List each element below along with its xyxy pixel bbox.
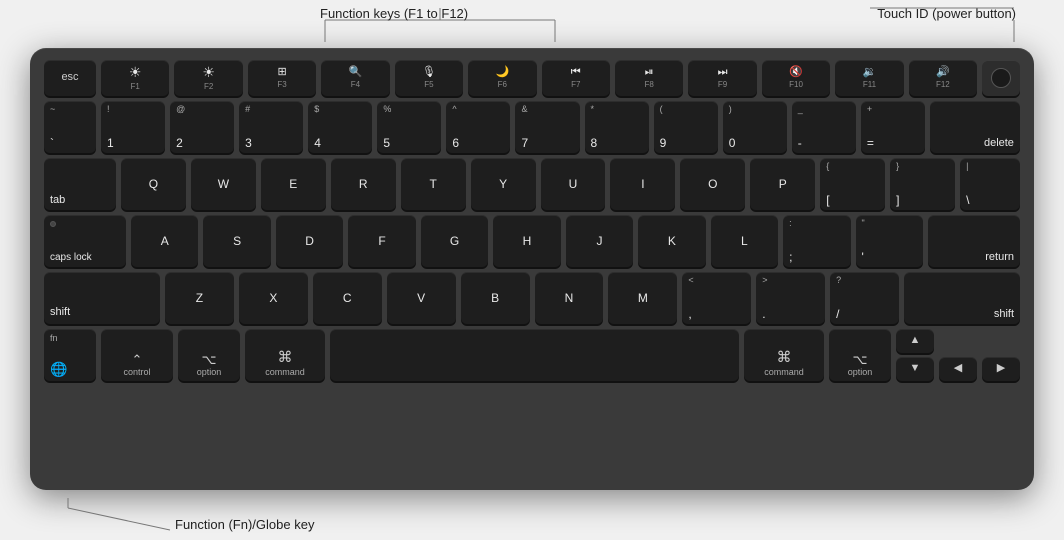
arrow-right-group: ▶ — [982, 329, 1020, 381]
key-a[interactable]: A — [131, 215, 198, 267]
key-2[interactable]: @ 2 — [170, 101, 234, 153]
key-h[interactable]: H — [493, 215, 560, 267]
fn-globe-annotation: Function (Fn)/Globe key — [175, 517, 314, 532]
key-command-right[interactable]: ⌘ command — [744, 329, 824, 381]
key-shift-right[interactable]: shift — [904, 272, 1020, 324]
key-b[interactable]: B — [461, 272, 530, 324]
key-z[interactable]: Z — [165, 272, 234, 324]
key-u[interactable]: U — [541, 158, 606, 210]
key-d[interactable]: D — [276, 215, 343, 267]
key-f7[interactable]: ⏮ F7 — [542, 60, 610, 96]
key-1[interactable]: ! 1 — [101, 101, 165, 153]
key-esc[interactable]: esc — [44, 60, 96, 96]
key-arrow-left[interactable]: ◀ — [939, 357, 977, 381]
key-5[interactable]: % 5 — [377, 101, 441, 153]
key-g[interactable]: G — [421, 215, 488, 267]
bottom-key-row: fn 🌐 ⌃ control ⌥ option ⌘ command ⌘ — [44, 329, 1020, 381]
key-command-left[interactable]: ⌘ command — [245, 329, 325, 381]
keyboard: esc ☀ F1 ☀ F2 ⊞ F3 🔍 F4 — [30, 48, 1034, 490]
key-control[interactable]: ⌃ control — [101, 329, 173, 381]
key-f11[interactable]: 🔉 F11 — [835, 60, 903, 96]
key-period[interactable]: > . — [756, 272, 825, 324]
key-f8[interactable]: ⏯ F8 — [615, 60, 683, 96]
key-pipe[interactable]: | \ — [960, 158, 1020, 210]
key-6[interactable]: ^ 6 — [446, 101, 510, 153]
key-tab[interactable]: tab — [44, 158, 116, 210]
arrow-left-right-group: ◀ — [939, 329, 977, 381]
zxcv-key-row: shift Z X C V B N M < , > . ? / shift — [44, 272, 1020, 324]
key-p[interactable]: P — [750, 158, 815, 210]
key-4[interactable]: $ 4 — [308, 101, 372, 153]
key-f5[interactable]: 🎙 F5 — [395, 60, 463, 96]
key-w[interactable]: W — [191, 158, 256, 210]
key-n[interactable]: N — [535, 272, 604, 324]
key-caps-lock[interactable]: caps lock — [44, 215, 126, 267]
key-j[interactable]: J — [566, 215, 633, 267]
key-f10[interactable]: 🔇 F10 — [762, 60, 830, 96]
key-e[interactable]: E — [261, 158, 326, 210]
touchid-label: Touch ID (power button) — [877, 6, 1016, 21]
key-slash[interactable]: ? / — [830, 272, 899, 324]
key-i[interactable]: I — [610, 158, 675, 210]
key-return[interactable]: return — [928, 215, 1020, 267]
key-c[interactable]: C — [313, 272, 382, 324]
key-f6[interactable]: 🌙 F6 — [468, 60, 536, 96]
key-q[interactable]: Q — [121, 158, 186, 210]
key-f2[interactable]: ☀ F2 — [174, 60, 242, 96]
key-minus[interactable]: _ - — [792, 101, 856, 153]
key-k[interactable]: K — [638, 215, 705, 267]
key-v[interactable]: V — [387, 272, 456, 324]
function-keys-annotation: Function keys (F1 to F12) — [320, 6, 468, 21]
key-f[interactable]: F — [348, 215, 415, 267]
touchid-annotation: Touch ID (power button) — [877, 6, 1016, 21]
key-delete[interactable]: delete — [930, 101, 1020, 153]
key-arrow-down[interactable]: ▼ — [896, 357, 934, 381]
key-x[interactable]: X — [239, 272, 308, 324]
number-key-row: ~ ` ! 1 @ 2 # 3 $ 4 % 5 ^ 6 & 7 — [44, 101, 1020, 153]
key-quote[interactable]: " ' — [856, 215, 923, 267]
key-7[interactable]: & 7 — [515, 101, 579, 153]
key-option-right[interactable]: ⌥ option — [829, 329, 891, 381]
key-s[interactable]: S — [203, 215, 270, 267]
key-y[interactable]: Y — [471, 158, 536, 210]
key-f12[interactable]: 🔊 F12 — [909, 60, 977, 96]
key-o[interactable]: O — [680, 158, 745, 210]
key-fn-globe[interactable]: fn 🌐 — [44, 329, 96, 381]
key-backtick[interactable]: ~ ` — [44, 101, 96, 153]
key-arrow-up[interactable]: ▲ — [896, 329, 934, 353]
key-l[interactable]: L — [711, 215, 778, 267]
key-shift-left[interactable]: shift — [44, 272, 160, 324]
qwerty-key-row: tab Q W E R T Y U I O P { [ } ] | \ — [44, 158, 1020, 210]
key-equals[interactable]: + = — [861, 101, 925, 153]
key-touchid[interactable] — [982, 60, 1020, 96]
key-f9[interactable]: ⏭ F9 — [688, 60, 756, 96]
key-3[interactable]: # 3 — [239, 101, 303, 153]
key-arrow-right[interactable]: ▶ — [982, 357, 1020, 381]
fn-globe-label: Function (Fn)/Globe key — [175, 517, 314, 532]
key-comma[interactable]: < , — [682, 272, 751, 324]
key-9[interactable]: ( 9 — [654, 101, 718, 153]
key-option-left[interactable]: ⌥ option — [178, 329, 240, 381]
key-f1[interactable]: ☀ F1 — [101, 60, 169, 96]
key-0[interactable]: ) 0 — [723, 101, 787, 153]
key-r[interactable]: R — [331, 158, 396, 210]
key-space[interactable] — [330, 329, 739, 381]
key-bracket-right[interactable]: } ] — [890, 158, 955, 210]
key-8[interactable]: * 8 — [585, 101, 649, 153]
asdf-key-row: caps lock A S D F G H J K L : ; " ' retu… — [44, 215, 1020, 267]
function-keys-label: Function keys (F1 to F12) — [320, 6, 468, 21]
arrow-key-group: ▲ ▼ — [896, 329, 934, 381]
function-key-row: esc ☀ F1 ☀ F2 ⊞ F3 🔍 F4 — [44, 60, 1020, 96]
key-m[interactable]: M — [608, 272, 677, 324]
key-f4[interactable]: 🔍 F4 — [321, 60, 389, 96]
key-f3[interactable]: ⊞ F3 — [248, 60, 316, 96]
key-bracket-left[interactable]: { [ — [820, 158, 885, 210]
key-t[interactable]: T — [401, 158, 466, 210]
key-semicolon[interactable]: : ; — [783, 215, 850, 267]
